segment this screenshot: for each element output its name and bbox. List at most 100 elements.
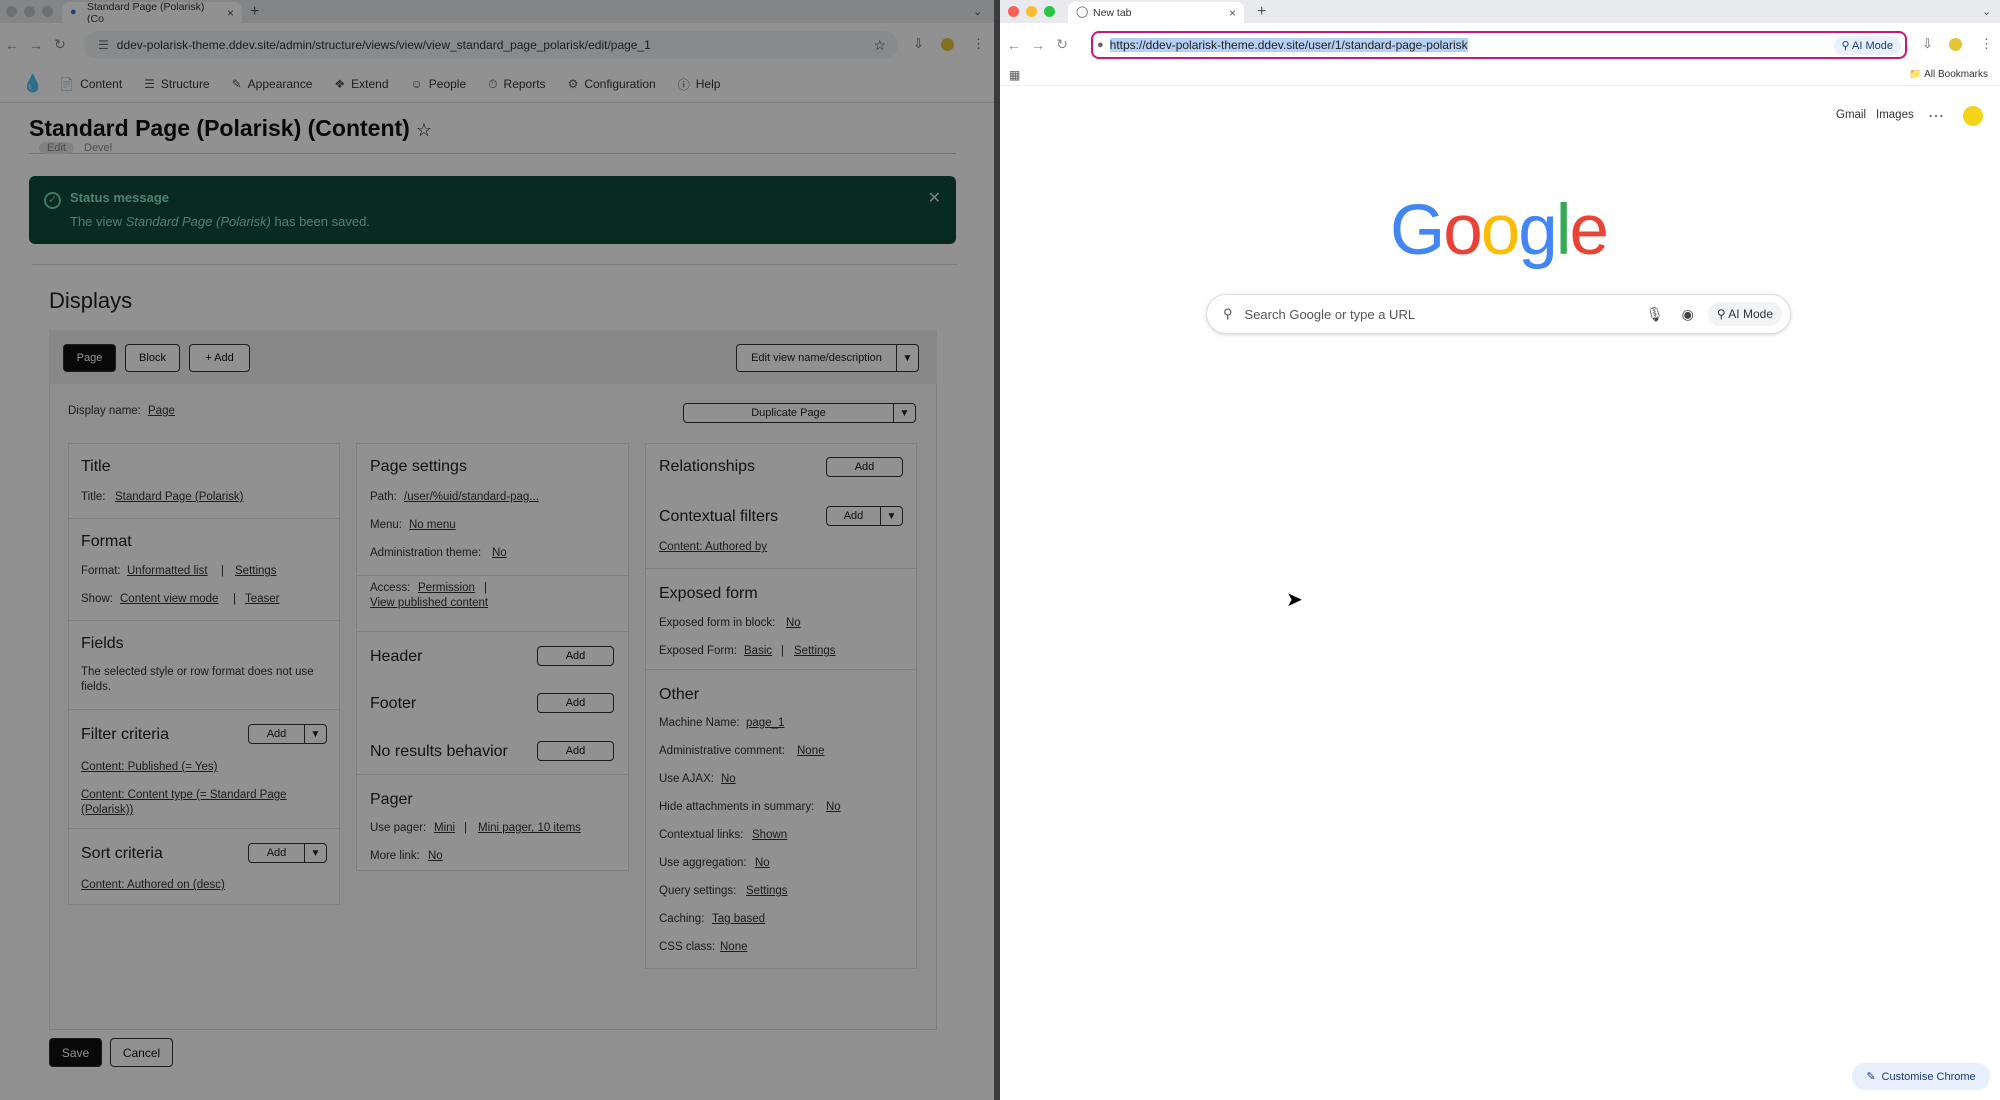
filter-published-link[interactable]: Content: Published (= Yes) bbox=[81, 761, 218, 773]
query-settings-link[interactable]: Settings bbox=[746, 885, 788, 897]
caching-link[interactable]: Tag based bbox=[712, 913, 765, 925]
customise-chrome-button[interactable]: ✎ Customise Chrome bbox=[1852, 1063, 1990, 1090]
menu-help[interactable]: ⓘ Help bbox=[678, 76, 721, 93]
site-info-icon[interactable]: ● bbox=[1097, 39, 1104, 51]
close-tab-icon[interactable]: × bbox=[1229, 6, 1236, 20]
path-value-link[interactable]: /user/%uid/standard-pag... bbox=[404, 491, 539, 503]
exposed-block-link[interactable]: No bbox=[786, 617, 801, 629]
footer-add-button[interactable]: Add bbox=[537, 693, 614, 713]
chevron-down-icon[interactable]: ▼ bbox=[896, 345, 918, 371]
sort-authored-link[interactable]: Content: Authored on (desc) bbox=[81, 879, 225, 891]
display-tab-page[interactable]: Page bbox=[63, 344, 116, 372]
exposed-form-link[interactable]: Basic bbox=[744, 645, 772, 657]
tab-search-icon[interactable]: ⌄ bbox=[1982, 5, 1991, 18]
minimize-window-button[interactable] bbox=[1026, 6, 1037, 17]
contextual-add-button[interactable]: Add bbox=[827, 507, 880, 525]
display-name-link[interactable]: Page bbox=[148, 405, 175, 417]
back-button[interactable]: ← bbox=[1002, 37, 1026, 53]
google-search-box[interactable]: ⚲ Search Google or type a URL 🎙 ◉ ⚲ AI M… bbox=[1206, 294, 1791, 334]
minimize-window-button[interactable] bbox=[24, 6, 35, 17]
filter-content-type-link[interactable]: Content: Content type (= Standard Page bbox=[81, 789, 287, 801]
downloads-icon[interactable]: ⇩ bbox=[1922, 36, 1933, 52]
machine-name-link[interactable]: page_1 bbox=[746, 717, 784, 729]
images-link[interactable]: Images bbox=[1876, 109, 1914, 121]
search-ai-mode-button[interactable]: ⚲ AI Mode bbox=[1707, 302, 1782, 326]
back-button[interactable]: ← bbox=[0, 37, 24, 53]
account-avatar[interactable] bbox=[1963, 106, 1983, 126]
menu-kebab-icon[interactable]: ⋮ bbox=[1980, 36, 1993, 52]
admin-comment-link[interactable]: None bbox=[797, 745, 825, 757]
ai-mode-chip[interactable]: ⚲ AI Mode bbox=[1833, 35, 1901, 55]
sort-add-dropbutton[interactable]: Add ▼ bbox=[248, 843, 327, 863]
duplicate-dropbutton[interactable]: Duplicate Page ▼ bbox=[683, 403, 916, 423]
title-value-link[interactable]: Standard Page (Polarisk) bbox=[115, 491, 243, 503]
menu-reports[interactable]: ⏱ Reports bbox=[488, 77, 545, 92]
chevron-down-icon[interactable]: ▼ bbox=[893, 404, 915, 422]
display-tab-block[interactable]: Block bbox=[125, 344, 180, 372]
menu-value-link[interactable]: No menu bbox=[409, 519, 456, 531]
format-value-link[interactable]: Unformatted list bbox=[127, 565, 208, 577]
ajax-link[interactable]: No bbox=[721, 773, 736, 785]
sort-add-button[interactable]: Add bbox=[249, 844, 304, 862]
header-add-button[interactable]: Add bbox=[537, 646, 614, 666]
close-tab-icon[interactable]: × bbox=[227, 6, 234, 20]
relationships-add-button[interactable]: Add bbox=[826, 457, 903, 477]
use-pager-link[interactable]: Mini bbox=[434, 822, 455, 834]
tab-devel[interactable]: Devel bbox=[84, 142, 112, 154]
drupal-logo-icon[interactable]: 💧 bbox=[22, 74, 43, 94]
profile-avatar-icon[interactable] bbox=[1949, 38, 1962, 51]
edit-view-name-dropbutton[interactable]: Edit view name/description ▼ bbox=[736, 344, 919, 372]
contextual-links-link[interactable]: Shown bbox=[752, 829, 787, 841]
close-window-button[interactable] bbox=[1008, 6, 1019, 17]
more-link-value[interactable]: No bbox=[428, 850, 443, 862]
save-button[interactable]: Save bbox=[49, 1038, 102, 1067]
new-tab-button[interactable]: + bbox=[250, 3, 259, 21]
contextual-authored-by-link[interactable]: Content: Authored by bbox=[659, 541, 767, 553]
no-results-add-button[interactable]: Add bbox=[537, 741, 614, 761]
shortcut-star-icon[interactable]: ☆ bbox=[416, 120, 432, 140]
tab-new-tab[interactable]: ◯ New tab × bbox=[1068, 2, 1244, 23]
address-bar[interactable]: ● https://ddev-polarisk-theme.ddev.site/… bbox=[1091, 31, 1907, 59]
microphone-icon[interactable]: 🎙 bbox=[1646, 306, 1664, 323]
admin-theme-link[interactable]: No bbox=[492, 547, 507, 559]
duplicate-page-button[interactable]: Duplicate Page bbox=[684, 404, 893, 422]
format-settings-link[interactable]: Settings bbox=[235, 565, 277, 577]
filter-add-dropbutton[interactable]: Add ▼ bbox=[248, 724, 327, 744]
cancel-button[interactable]: Cancel bbox=[110, 1038, 173, 1067]
chevron-down-icon[interactable]: ▼ bbox=[304, 844, 326, 862]
menu-configuration[interactable]: ⚙ Configuration bbox=[568, 77, 656, 91]
show-teaser-link[interactable]: Teaser bbox=[245, 593, 280, 605]
site-info-icon[interactable]: ☰ bbox=[98, 38, 109, 52]
zoom-window-button[interactable] bbox=[1044, 6, 1055, 17]
css-class-link[interactable]: None bbox=[720, 941, 748, 953]
reload-button[interactable]: ↻ bbox=[1050, 36, 1074, 53]
menu-people[interactable]: ☺ People bbox=[411, 77, 467, 91]
edit-view-name-button[interactable]: Edit view name/description bbox=[737, 345, 896, 371]
menu-kebab-icon[interactable]: ⋮ bbox=[972, 36, 985, 52]
zoom-window-button[interactable] bbox=[42, 6, 53, 17]
google-apps-icon[interactable]: ⋯ bbox=[1928, 106, 1944, 126]
filter-add-button[interactable]: Add bbox=[249, 725, 304, 743]
tab-search-icon[interactable]: ⌄ bbox=[973, 5, 982, 18]
menu-structure[interactable]: ☰ Structure bbox=[144, 77, 209, 91]
apps-grid-icon[interactable]: ▦ bbox=[1009, 68, 1020, 82]
address-bar[interactable]: ☰ ddev-polarisk-theme.ddev.site/admin/st… bbox=[84, 31, 898, 59]
show-value-link[interactable]: Content view mode bbox=[120, 593, 218, 605]
tab-views-edit[interactable]: ● Standard Page (Polarisk) (Co × bbox=[62, 1, 242, 25]
hide-attachments-link[interactable]: No bbox=[826, 801, 841, 813]
forward-button[interactable]: → bbox=[1026, 37, 1050, 53]
address-text-selected[interactable]: https://ddev-polarisk-theme.ddev.site/us… bbox=[1109, 38, 1468, 52]
downloads-icon[interactable]: ⇩ bbox=[913, 36, 924, 52]
menu-content[interactable]: 📄 Content bbox=[59, 77, 122, 91]
access-value-link[interactable]: Permission bbox=[418, 582, 475, 594]
tab-edit[interactable]: Edit bbox=[39, 142, 74, 154]
chevron-down-icon[interactable]: ▼ bbox=[880, 507, 902, 525]
new-tab-button[interactable]: + bbox=[1257, 3, 1266, 21]
close-window-button[interactable] bbox=[6, 6, 17, 17]
pager-detail-link[interactable]: Mini pager, 10 items bbox=[478, 822, 581, 834]
add-display-button[interactable]: + Add bbox=[189, 344, 250, 372]
profile-avatar-icon[interactable] bbox=[941, 38, 954, 51]
bookmark-star-icon[interactable]: ☆ bbox=[873, 37, 886, 54]
reload-button[interactable]: ↻ bbox=[48, 36, 72, 53]
chevron-down-icon[interactable]: ▼ bbox=[304, 725, 326, 743]
